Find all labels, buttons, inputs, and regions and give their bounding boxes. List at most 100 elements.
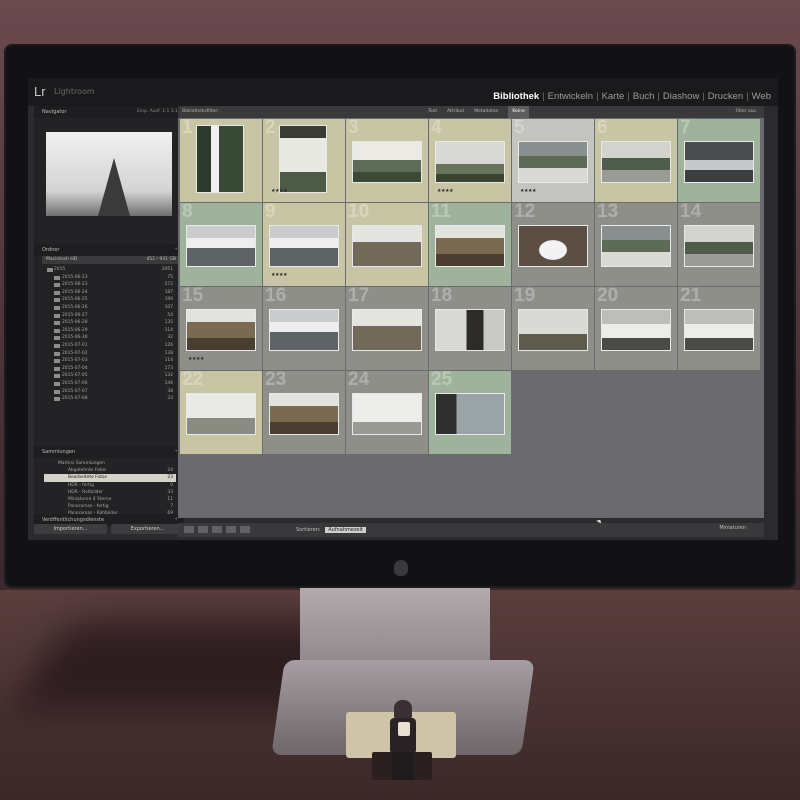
photo-thumbnail[interactable] [435,225,505,267]
collection-item[interactable]: HDR - Rohbilder 33 [44,489,176,496]
photo-thumbnail[interactable] [186,309,256,351]
folder-item[interactable]: 2015-07-06 146 [44,380,176,388]
folder-item[interactable]: 2015-06-26 107 [44,304,176,312]
photo-thumbnail[interactable] [279,125,327,193]
photo-thumbnail[interactable] [601,309,671,351]
folder-item[interactable]: 2015-07-01 126 [44,342,176,350]
photo-thumbnail[interactable] [435,309,505,351]
import-button[interactable]: Importieren... [34,524,107,534]
survey-view-icon[interactable] [226,526,236,533]
collections-header[interactable]: Sammlungen + [34,446,184,458]
star-rating[interactable]: ★★★★ [271,188,287,194]
photo-thumbnail[interactable] [186,393,256,435]
photo-thumbnail[interactable] [269,309,339,351]
grid-cell[interactable]: 3 [346,117,428,202]
navigator-zoom-options[interactable]: Einp. Ausf. 1:1 3:1 [137,106,178,118]
sort-value[interactable]: Aufnahmezeit [325,527,366,533]
photo-thumbnail[interactable] [518,225,588,267]
folder-item[interactable]: 2015-06-30 32 [44,334,176,342]
collection-item[interactable]: Panoramas - fertig 7 [44,503,176,510]
grid-cell[interactable]: 11 [429,201,511,286]
photo-thumbnail[interactable] [601,141,671,183]
export-button[interactable]: Exportieren... [111,524,184,534]
folder-item[interactable]: 2015-06-25 199 [44,296,176,304]
folder-item[interactable]: 2015-06-24 187 [44,289,176,297]
folder-item[interactable]: 2015-06-23 272 [44,281,176,289]
module-entwickeln[interactable]: Entwickeln [545,91,596,102]
collection-item[interactable]: HDR - fertig 0 [44,482,176,489]
photo-thumbnail[interactable] [269,393,339,435]
module-buch[interactable]: Buch [630,91,658,102]
compare-view-icon[interactable] [212,526,222,533]
grid-cell[interactable]: 18 [429,285,511,370]
filter-tab-attribut[interactable]: Attribut [447,106,464,118]
filter-tab-metadaten[interactable]: Metadaten [474,106,498,118]
star-rating[interactable]: ★★★★ [271,272,287,278]
photo-thumbnail[interactable] [684,141,754,183]
photo-thumbnail[interactable] [352,225,422,267]
collection-item[interactable]: Miniaturen 4 Sterne 11 [44,496,176,503]
collection-item[interactable]: Bearbeitete Fotos 23 [44,474,176,482]
grid-cell[interactable]: 8 [180,201,262,286]
photo-thumbnail[interactable] [435,393,505,435]
photo-thumbnail[interactable] [684,309,754,351]
folder-item[interactable]: 2015-07-07 38 [44,388,176,396]
grid-cell[interactable]: 16 [263,285,345,370]
collection-item[interactable]: Abgelehnte Fotos 24 [44,467,176,474]
folder-item[interactable]: 2015-07-05 132 [44,372,176,380]
photo-thumbnail[interactable] [684,225,754,267]
sort-control[interactable]: Sortieren: Aufnahmezeit [296,527,366,533]
folder-year[interactable]: 2015 2051 [44,266,176,274]
star-rating[interactable]: ★★★★ [437,188,453,194]
folder-item[interactable]: 2015-07-08 33 [44,395,176,403]
folder-item[interactable]: 2015-06-29 114 [44,327,176,335]
people-view-icon[interactable] [240,526,250,533]
module-diashow[interactable]: Diashow [660,91,702,102]
grid-view-icon[interactable] [184,526,194,533]
grid-cell[interactable]: 12 [512,201,594,286]
grid-cell[interactable]: 20 [595,285,677,370]
grid-cell[interactable]: 7 [678,117,760,202]
grid-cell[interactable]: 10 [346,201,428,286]
photo-thumbnail[interactable] [196,125,244,193]
folder-item[interactable]: 2015-06-27 54 [44,312,176,320]
grid-cell[interactable]: 2 ★★★★ [263,117,345,202]
photo-thumbnail[interactable] [352,141,422,183]
grid-cell[interactable]: 21 [678,285,760,370]
drive-row[interactable]: Macintosh HD 452 / 931 GB [42,256,180,264]
grid-cell[interactable]: 19 [512,285,594,370]
folder-item[interactable]: 2015-06-28 135 [44,319,176,327]
star-rating[interactable]: ★★★★ [188,356,204,362]
navigator-header[interactable]: Navigator Einp. Ausf. 1:1 3:1 [34,106,184,118]
star-rating[interactable]: ★★★★ [520,188,536,194]
loupe-view-icon[interactable] [198,526,208,533]
module-web[interactable]: Web [749,91,774,102]
grid-cell[interactable]: 22 [180,369,262,454]
thumbnail-size-label[interactable]: Miniaturen [719,525,746,531]
grid-cell[interactable]: 4 ★★★★ [429,117,511,202]
photo-thumbnail[interactable] [352,309,422,351]
grid-cell[interactable]: 6 [595,117,677,202]
folders-header[interactable]: Ordner + [34,244,184,256]
module-bibliothek[interactable]: Bibliothek [490,91,542,102]
module-karte[interactable]: Karte [599,91,628,102]
grid-cell[interactable]: 25 [429,369,511,454]
grid-cell[interactable]: 17 [346,285,428,370]
navigator-preview[interactable] [46,132,172,216]
folder-item[interactable]: 2015-07-03 114 [44,357,176,365]
grid-cell[interactable]: 5 ★★★★ [512,117,594,202]
photo-thumbnail[interactable] [518,309,588,351]
grid-cell[interactable]: 15 ★★★★ [180,285,262,370]
photo-thumbnail[interactable] [352,393,422,435]
grid-cell[interactable]: 13 [595,201,677,286]
module-drucken[interactable]: Drucken [705,91,746,102]
photo-thumbnail[interactable] [435,141,505,183]
grid-cell[interactable]: 1 [180,117,262,202]
grid-cell[interactable]: 23 [263,369,345,454]
folder-item[interactable]: 2015-07-04 173 [44,365,176,373]
photo-thumbnail[interactable] [186,225,256,267]
grid-cell[interactable]: 24 [346,369,428,454]
grid-cell[interactable]: 9 ★★★★ [263,201,345,286]
folder-item[interactable]: 2015-07-02 138 [44,350,176,358]
photo-thumbnail[interactable] [601,225,671,267]
